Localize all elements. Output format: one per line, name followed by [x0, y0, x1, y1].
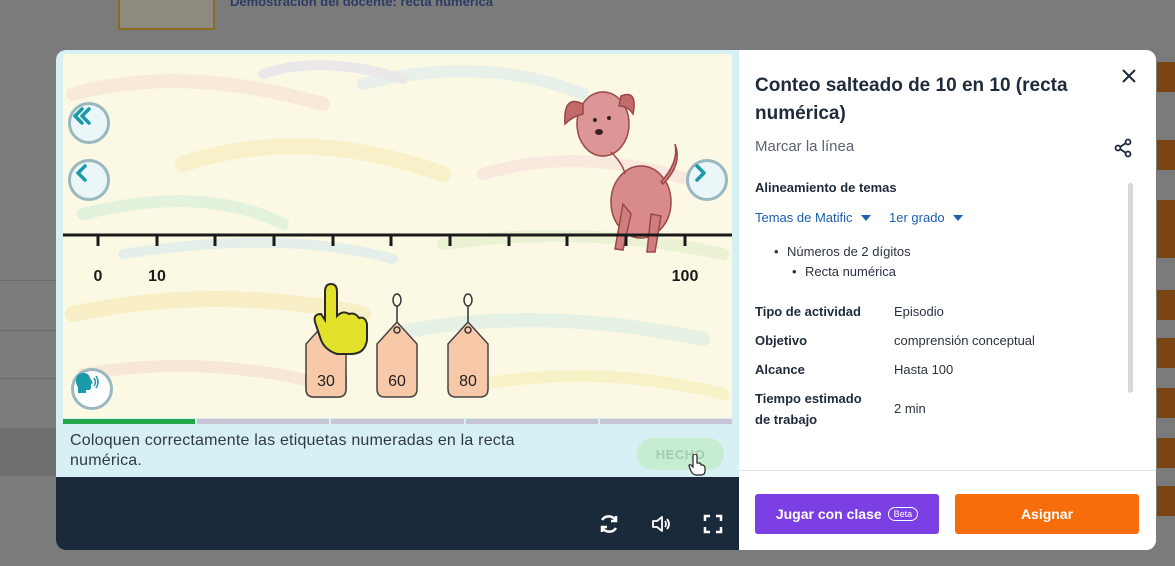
next-button[interactable]	[686, 159, 728, 201]
background-badge	[1157, 486, 1175, 516]
background-badge	[1157, 62, 1175, 92]
background-badge	[1157, 290, 1175, 320]
topic-dropdown-label: Temas de Matific	[755, 210, 853, 225]
close-button[interactable]	[1119, 66, 1139, 86]
progress-segment	[331, 419, 464, 424]
progress-segment	[465, 419, 598, 424]
fullscreen-icon	[703, 514, 723, 534]
detail-key: Alcance	[755, 362, 805, 377]
detail-value: comprensión conceptual	[894, 333, 1035, 348]
activity-details-panel: Conteo salteado de 10 en 10 (recta numér…	[739, 50, 1156, 550]
background-thumbnail	[118, 0, 215, 30]
hand-cursor-icon	[688, 454, 706, 476]
scrollbar[interactable]	[1128, 183, 1133, 393]
tag-label: 60	[388, 373, 406, 390]
activity-modal: 0 10 100 30 60	[56, 50, 1156, 550]
activity-subtitle: Marcar la línea	[755, 138, 855, 155]
hand-pointer-icon	[313, 282, 368, 355]
alignment-heading: Alineamiento de temas	[755, 180, 897, 195]
subtopic-item: Recta numérica	[792, 264, 896, 279]
detail-key: Objetivo	[755, 333, 808, 348]
detail-value: Hasta 100	[894, 362, 954, 377]
background-divider	[0, 378, 60, 379]
play-with-class-label: Jugar con clase	[775, 506, 882, 522]
previous-button[interactable]	[68, 159, 110, 201]
background-badge	[1157, 200, 1175, 230]
tick-label: 10	[148, 268, 166, 285]
instruction-text: Coloquen correctamente las etiquetas num…	[70, 432, 515, 469]
share-button[interactable]	[1113, 138, 1133, 158]
activity-title: Conteo salteado de 10 en 10 (recta numér…	[755, 75, 1068, 124]
background-badge	[1157, 438, 1175, 468]
double-chevron-left-icon	[73, 107, 91, 125]
assign-button[interactable]: Asignar	[955, 494, 1139, 534]
background-badge	[1157, 388, 1175, 418]
fullscreen-button[interactable]	[701, 512, 725, 536]
topic-dropdown[interactable]: Temas de Matific	[755, 210, 871, 225]
rewind-button[interactable]	[68, 102, 110, 144]
restart-button[interactable]	[597, 512, 621, 536]
background-badge	[1157, 228, 1175, 258]
done-button[interactable]: HECHO	[637, 438, 724, 470]
game-player: 0 10 100 30 60	[56, 50, 739, 550]
detail-value: 2 min	[894, 401, 926, 416]
progress-segment	[197, 419, 330, 424]
play-with-class-button[interactable]: Jugar con clase Beta	[755, 494, 939, 534]
progress-segment	[599, 419, 733, 424]
audio-instruction-button[interactable]	[71, 368, 113, 410]
topic-item: Números de 2 dígitos	[774, 244, 911, 259]
detail-key: Tipo de actividad	[755, 304, 861, 319]
volume-button[interactable]	[649, 512, 673, 536]
detail-value: Episodio	[894, 304, 944, 319]
chevron-right-icon	[695, 164, 706, 182]
caret-down-icon	[860, 214, 871, 221]
scene-artwork: 0 10 100 30 60	[63, 60, 732, 400]
chevron-left-icon	[76, 164, 87, 182]
tag-label: 30	[317, 373, 335, 390]
beta-badge: Beta	[887, 507, 919, 521]
background-badge	[1157, 338, 1175, 368]
footer-divider	[739, 470, 1156, 471]
share-icon	[1114, 138, 1132, 158]
episode-progress	[63, 419, 733, 424]
progress-segment-complete	[63, 419, 196, 424]
background-divider	[0, 330, 60, 331]
number-tag[interactable]: 60	[376, 293, 418, 398]
tag-label: 80	[459, 373, 477, 390]
details-scroll-area[interactable]: Alineamiento de temas Temas de Matific 1…	[755, 180, 1125, 470]
refresh-icon	[600, 515, 618, 533]
tick-label: 0	[94, 268, 103, 285]
speaker-head-icon	[76, 373, 99, 393]
game-scene: 0 10 100 30 60	[63, 54, 732, 418]
background-link: Demostración del docente: recta numérica	[230, 0, 493, 9]
number-tag[interactable]: 80	[447, 293, 489, 398]
background-badge	[1157, 140, 1175, 170]
close-icon	[1122, 69, 1136, 83]
grade-dropdown[interactable]: 1er grado	[889, 210, 963, 225]
detail-key: Tiempo estimado de trabajo	[755, 391, 862, 427]
volume-icon	[652, 516, 670, 532]
game-frame: 0 10 100 30 60	[56, 50, 739, 477]
background-divider	[0, 280, 60, 281]
background-row	[0, 428, 60, 476]
tick-label: 100	[672, 268, 699, 285]
caret-down-icon	[952, 214, 963, 221]
grade-dropdown-label: 1er grado	[889, 210, 945, 225]
